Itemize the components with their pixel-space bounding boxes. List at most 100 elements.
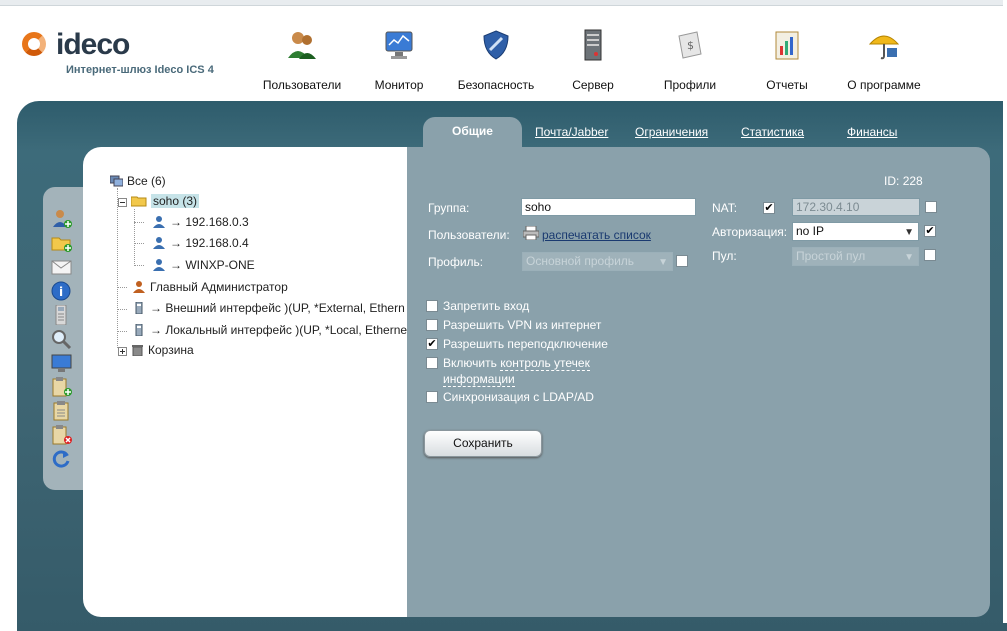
nav-server-label: Сервер: [572, 78, 614, 92]
ideco-logo: ideco Интернет-шлюз Ideco ICS 4: [20, 28, 240, 85]
nat-ip-input[interactable]: 172.30.4.10: [792, 198, 920, 216]
tree-trash-label: Корзина: [148, 343, 194, 357]
tree-iface-local[interactable]: → Локальный интерфейс )(UP, *Local, Ethe…: [133, 323, 407, 337]
tree-user-1[interactable]: → 192.168.0.3: [153, 215, 249, 229]
save-button[interactable]: Сохранить: [424, 430, 542, 457]
umbrella-icon: [867, 28, 901, 62]
network-device-icon: [133, 323, 146, 337]
clipboard-delete-icon[interactable]: [51, 425, 73, 445]
info-icon[interactable]: i: [51, 281, 73, 301]
logo-subtitle: Интернет-шлюз Ideco ICS 4: [66, 64, 214, 76]
profile-checkbox[interactable]: [676, 255, 688, 267]
print-list-link[interactable]: распечатать список: [542, 228, 651, 242]
profile-sheet-icon: $: [673, 28, 707, 62]
id-label-text: ID:: [884, 174, 900, 188]
user-tree: Все (6) soho (3) → 192.168.0.3 → 192.168…: [83, 147, 407, 617]
users-icon: [285, 28, 319, 62]
profile-select[interactable]: Основной профиль ▼: [522, 252, 673, 271]
leak-control-link-2[interactable]: информации: [443, 372, 515, 387]
user-icon: [153, 259, 166, 271]
search-icon[interactable]: [51, 329, 73, 350]
trash-icon: [131, 344, 144, 357]
nat-checkbox[interactable]: ✔: [763, 202, 775, 214]
nav-reports-label: Отчеты: [766, 78, 808, 92]
nav-users-label: Пользователи: [262, 78, 342, 92]
deny-login-checkbox[interactable]: [426, 300, 438, 312]
computers-icon: [109, 175, 124, 187]
shield-icon: [479, 28, 513, 62]
nav-profiles[interactable]: $ Профили: [640, 24, 740, 92]
auth-select[interactable]: no IP ▼: [792, 222, 919, 241]
ldap-sync-checkbox[interactable]: [426, 391, 438, 403]
tree-user-label: → 192.168.0.3: [170, 215, 249, 229]
clipboard-add-icon[interactable]: [51, 377, 73, 397]
chevron-down-icon: ▼: [904, 252, 914, 263]
tree-admin[interactable]: Главный Администратор: [133, 280, 288, 294]
nav-users[interactable]: Пользователи: [252, 24, 352, 92]
clipboard-icon[interactable]: [51, 401, 73, 421]
collapse-icon[interactable]: [118, 196, 127, 208]
users-label: Пользователи:: [428, 228, 510, 242]
profile-label: Профиль:: [428, 255, 484, 269]
nav-monitor-label: Монитор: [374, 78, 424, 92]
auth-checkbox[interactable]: ✔: [924, 225, 936, 237]
add-user-icon[interactable]: [51, 209, 73, 229]
tree-iface-local-label: → Локальный интерфейс )(UP, *Local, Ethe…: [150, 323, 407, 337]
leak-control-link[interactable]: контроль утечек: [500, 356, 590, 371]
logo-text: ideco: [56, 28, 130, 61]
mail-icon[interactable]: [51, 257, 73, 277]
tab-restrictions[interactable]: Ограничения: [635, 125, 708, 139]
nav-server[interactable]: Сервер: [543, 24, 643, 92]
user-icon: [153, 237, 166, 249]
expand-icon[interactable]: [118, 345, 127, 357]
tree-user-label: → 192.168.0.4: [170, 236, 249, 250]
tree-user-2[interactable]: → 192.168.0.4: [153, 236, 249, 250]
tab-general[interactable]: Общие: [423, 117, 522, 147]
nav-monitor[interactable]: Монитор: [349, 24, 449, 92]
group-name-input[interactable]: soho: [521, 198, 696, 216]
phone-icon[interactable]: [51, 304, 73, 326]
tree-user-label: → WINXP-ONE: [170, 258, 255, 272]
tree-iface-external-label: → Внешний интерфейс )(UP, *External, Eth…: [150, 301, 405, 315]
svg-text:i: i: [59, 285, 63, 299]
server-icon: [576, 28, 610, 62]
allow-vpn-checkbox[interactable]: [426, 319, 438, 331]
tab-statistics[interactable]: Статистика: [741, 125, 804, 139]
pool-label: Пул:: [712, 249, 737, 263]
pool-select[interactable]: Простой пул ▼: [792, 247, 919, 266]
admin-user-icon: [133, 281, 146, 293]
tree-line: [117, 309, 127, 310]
nat-ip-checkbox[interactable]: [925, 201, 937, 213]
sub-tabs: Общие Почта/Jabber Ограничения Статистик…: [423, 117, 1007, 147]
folder-open-icon: [130, 195, 147, 207]
nat-label: NAT:: [712, 201, 738, 215]
auth-label: Авторизация:: [712, 225, 788, 239]
leak-control-checkbox[interactable]: [426, 357, 438, 369]
tab-finance[interactable]: Финансы: [847, 125, 897, 139]
tree-line: [134, 243, 144, 244]
tab-mail-jabber[interactable]: Почта/Jabber: [535, 125, 608, 139]
tree-group-label: soho (3): [151, 194, 200, 208]
logo-ring-icon: [22, 32, 46, 56]
refresh-icon[interactable]: [51, 449, 73, 469]
group-label: Группа:: [428, 201, 470, 215]
tree-user-3[interactable]: → WINXP-ONE: [153, 258, 255, 272]
leak-control-label-line2: информации: [443, 372, 515, 387]
printer-icon[interactable]: [522, 225, 540, 241]
display-icon[interactable]: [51, 353, 73, 373]
tree-admin-label: Главный Администратор: [150, 280, 288, 294]
pool-checkbox[interactable]: [924, 249, 936, 261]
add-folder-icon[interactable]: [51, 233, 73, 253]
network-device-icon: [133, 301, 146, 315]
nav-security[interactable]: Безопасность: [446, 24, 546, 92]
nav-reports[interactable]: Отчеты: [737, 24, 837, 92]
tree-root[interactable]: Все (6): [109, 174, 166, 188]
nav-about[interactable]: О программе: [834, 24, 934, 92]
tree-trash[interactable]: Корзина: [118, 343, 194, 357]
allow-vpn-label: Разрешить VPN из интернет: [443, 318, 602, 332]
ldap-sync-label: Синхронизация с LDAP/AD: [443, 390, 594, 404]
tree-iface-external[interactable]: → Внешний интерфейс )(UP, *External, Eth…: [133, 301, 405, 315]
allow-reconnect-checkbox[interactable]: ✔: [426, 338, 438, 350]
tree-group-soho[interactable]: soho (3): [118, 194, 200, 208]
tree-line: [134, 209, 135, 264]
